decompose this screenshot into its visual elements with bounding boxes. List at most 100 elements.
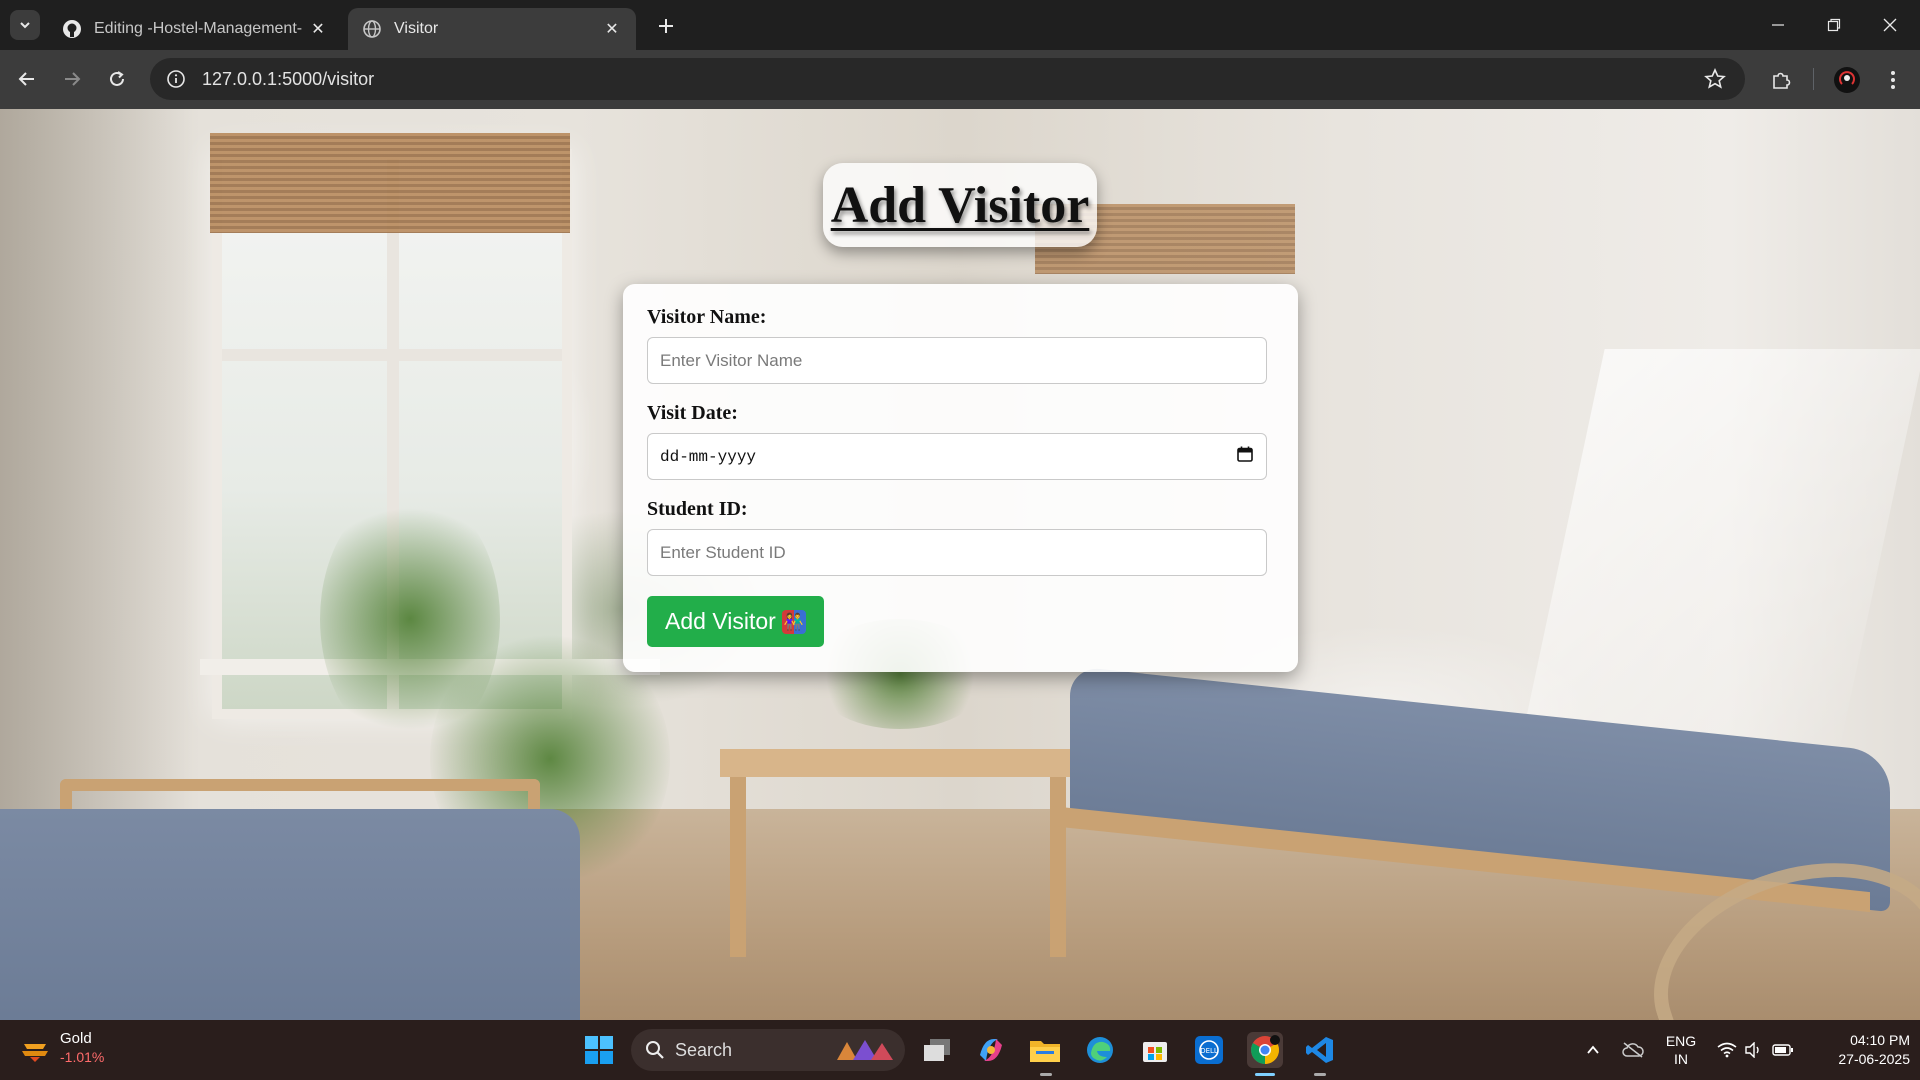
gold-widget[interactable]: Gold -1.01%	[20, 1030, 104, 1066]
show-hidden-icons-button[interactable]	[1578, 1020, 1608, 1080]
globe-icon	[362, 19, 382, 39]
extensions-button[interactable]	[1765, 64, 1797, 96]
vscode-icon	[1306, 1037, 1333, 1063]
bookmark-star-icon[interactable]	[1703, 67, 1727, 91]
svg-text:DELL: DELL	[1200, 1047, 1218, 1055]
restore-icon	[1827, 18, 1841, 32]
edge-button[interactable]	[1082, 1032, 1118, 1068]
page-title: Add Visitor	[830, 176, 1090, 234]
add-visitor-button[interactable]: Add Visitor 👫	[647, 596, 824, 647]
student-id-field[interactable]	[647, 529, 1267, 576]
clock[interactable]: 04:10 PM 27-06-2025	[1810, 1020, 1910, 1080]
windows-icon	[585, 1036, 613, 1064]
student-id-input[interactable]	[660, 542, 1254, 563]
calendar-icon[interactable]	[1236, 445, 1254, 468]
folder-icon	[1030, 1041, 1060, 1062]
close-icon[interactable]: ✕	[602, 19, 622, 39]
browser-tabstrip: Editing -Hostel-Management-S ✕ Visitor ✕	[0, 0, 1920, 50]
visitor-name-field[interactable]	[647, 337, 1267, 384]
background-sunlight	[1515, 349, 1920, 769]
browser-toolbar: 127.0.0.1:5000/visitor	[0, 50, 1920, 109]
chrome-button[interactable]	[1247, 1032, 1283, 1068]
visit-date-label: Visit Date:	[647, 402, 738, 424]
tab-search-button[interactable]	[10, 10, 40, 40]
student-id-label: Student ID:	[647, 498, 748, 520]
gold-bars-icon	[22, 1044, 48, 1062]
background-desk-leg	[1050, 777, 1066, 957]
taskbar-search[interactable]: Search	[631, 1029, 905, 1071]
minimize-button[interactable]	[1750, 0, 1806, 50]
chrome-icon	[1251, 1035, 1280, 1064]
background-blind	[210, 133, 570, 233]
search-highlight-icon	[837, 1040, 893, 1060]
plus-icon	[659, 19, 673, 33]
background-desk-leg	[730, 777, 746, 957]
running-indicator	[1314, 1073, 1326, 1076]
language-line2: IN	[1674, 1051, 1688, 1067]
couple-emoji-icon: 👫	[781, 609, 806, 634]
volume-icon	[1745, 1042, 1759, 1058]
close-icon	[1883, 18, 1897, 32]
dell-button[interactable]: DELL	[1191, 1032, 1227, 1068]
task-view-button[interactable]	[919, 1032, 955, 1068]
site-info-icon[interactable]	[164, 67, 188, 91]
profile-button[interactable]	[1831, 64, 1863, 96]
more-vert-icon	[1891, 71, 1895, 89]
cloud-offline-icon	[1622, 1042, 1644, 1058]
new-tab-button[interactable]	[652, 12, 680, 40]
address-bar[interactable]: 127.0.0.1:5000/visitor	[150, 58, 1745, 100]
toolbar-divider	[1813, 68, 1814, 90]
arrow-right-icon	[65, 72, 81, 86]
restore-button[interactable]	[1806, 0, 1862, 50]
tab-title: Editing -Hostel-Management-S	[94, 20, 302, 37]
network-status[interactable]	[1713, 1020, 1741, 1080]
dell-icon: DELL	[1195, 1036, 1223, 1064]
close-window-button[interactable]	[1862, 0, 1918, 50]
file-explorer-button[interactable]	[1027, 1032, 1063, 1068]
visitor-name-label: Visitor Name:	[647, 306, 767, 328]
tab-visitor[interactable]: Visitor ✕	[348, 8, 636, 50]
tab-title: Visitor	[394, 20, 439, 37]
task-view-icon	[924, 1039, 950, 1061]
language-indicator[interactable]: ENG IN	[1656, 1020, 1706, 1080]
back-button[interactable]	[12, 64, 42, 94]
visitor-name-input[interactable]	[660, 350, 1254, 371]
wifi-icon	[1717, 1042, 1737, 1058]
start-button[interactable]	[581, 1032, 617, 1068]
visit-date-field[interactable]: dd-mm-yyyy	[647, 433, 1267, 480]
tab-editing[interactable]: Editing -Hostel-Management-S ✕	[48, 8, 342, 50]
active-indicator	[1255, 1073, 1275, 1076]
visit-date-placeholder: dd-mm-yyyy	[660, 447, 757, 466]
chevron-up-icon	[1587, 1045, 1599, 1054]
background-desk	[720, 749, 1070, 777]
taskbar: Gold -1.01% Search DELL ENG IN 04:10 PM …	[0, 1020, 1920, 1080]
browser-menu-button[interactable]	[1877, 64, 1909, 96]
avatar	[1834, 67, 1860, 93]
vscode-button[interactable]	[1302, 1032, 1338, 1068]
add-visitor-form: Visitor Name: Visit Date: dd-mm-yyyy Stu…	[623, 284, 1298, 672]
minimize-icon	[1772, 24, 1784, 26]
edge-icon	[1087, 1037, 1113, 1063]
reload-icon	[110, 71, 124, 86]
search-icon	[646, 1041, 664, 1059]
clock-time: 04:10 PM	[1850, 1032, 1910, 1048]
url-text: 127.0.0.1:5000/visitor	[202, 68, 375, 89]
onedrive-status[interactable]	[1618, 1020, 1648, 1080]
reload-button[interactable]	[102, 64, 132, 94]
search-label: Search	[675, 1039, 733, 1060]
widget-change: -1.01%	[60, 1049, 105, 1065]
add-visitor-button-label: Add Visitor	[665, 608, 776, 634]
chevron-down-icon	[20, 22, 30, 29]
battery-status[interactable]	[1768, 1020, 1798, 1080]
page-viewport: Add Visitor Visitor Name: Visit Date: dd…	[0, 109, 1920, 1020]
store-icon	[1143, 1042, 1167, 1062]
close-icon[interactable]: ✕	[308, 19, 328, 39]
running-indicator	[1040, 1073, 1052, 1076]
copilot-button[interactable]	[973, 1032, 1009, 1068]
github-icon	[62, 19, 82, 39]
volume-status[interactable]	[1741, 1020, 1767, 1080]
copilot-icon	[980, 1039, 1002, 1061]
clock-date: 27-06-2025	[1838, 1051, 1910, 1067]
forward-button[interactable]	[57, 64, 87, 94]
store-button[interactable]	[1137, 1032, 1173, 1068]
